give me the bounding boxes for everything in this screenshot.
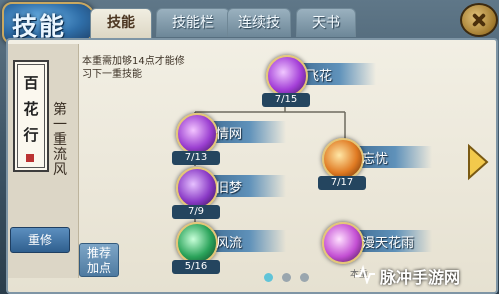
page-dot-2[interactable]	[282, 273, 291, 282]
page-dot-1[interactable]	[264, 273, 273, 282]
watermark-logo-icon	[355, 264, 375, 284]
skill-name: 情网	[216, 127, 243, 142]
skill-jiumeng-icon	[176, 167, 218, 209]
watermark: 脉冲手游网	[352, 262, 499, 288]
skill-name: 风流	[216, 236, 243, 251]
skill-qingwang-icon	[176, 113, 218, 155]
skill-level: 5/16	[172, 260, 220, 274]
skill-feihua-icon	[266, 55, 308, 97]
skill-name: 忘忧	[362, 152, 389, 167]
skill-mantianhuayu-icon	[322, 222, 364, 264]
watermark-text: 脉冲手游网	[380, 268, 461, 287]
skill-name: 飞花	[306, 69, 333, 84]
page-dot-3[interactable]	[300, 273, 309, 282]
skill-name: 漫天花雨	[362, 236, 415, 251]
skill-level: 7/13	[172, 151, 220, 165]
skill-name: 旧梦	[216, 181, 243, 196]
skill-level: 7/15	[262, 93, 310, 107]
skill-level: 7/17	[318, 176, 366, 190]
skill-wangyou-icon	[322, 138, 364, 180]
next-page-arrow-icon[interactable]	[465, 142, 491, 182]
skill-level: 7/9	[172, 205, 220, 219]
skill-fengliu-icon	[176, 222, 218, 264]
